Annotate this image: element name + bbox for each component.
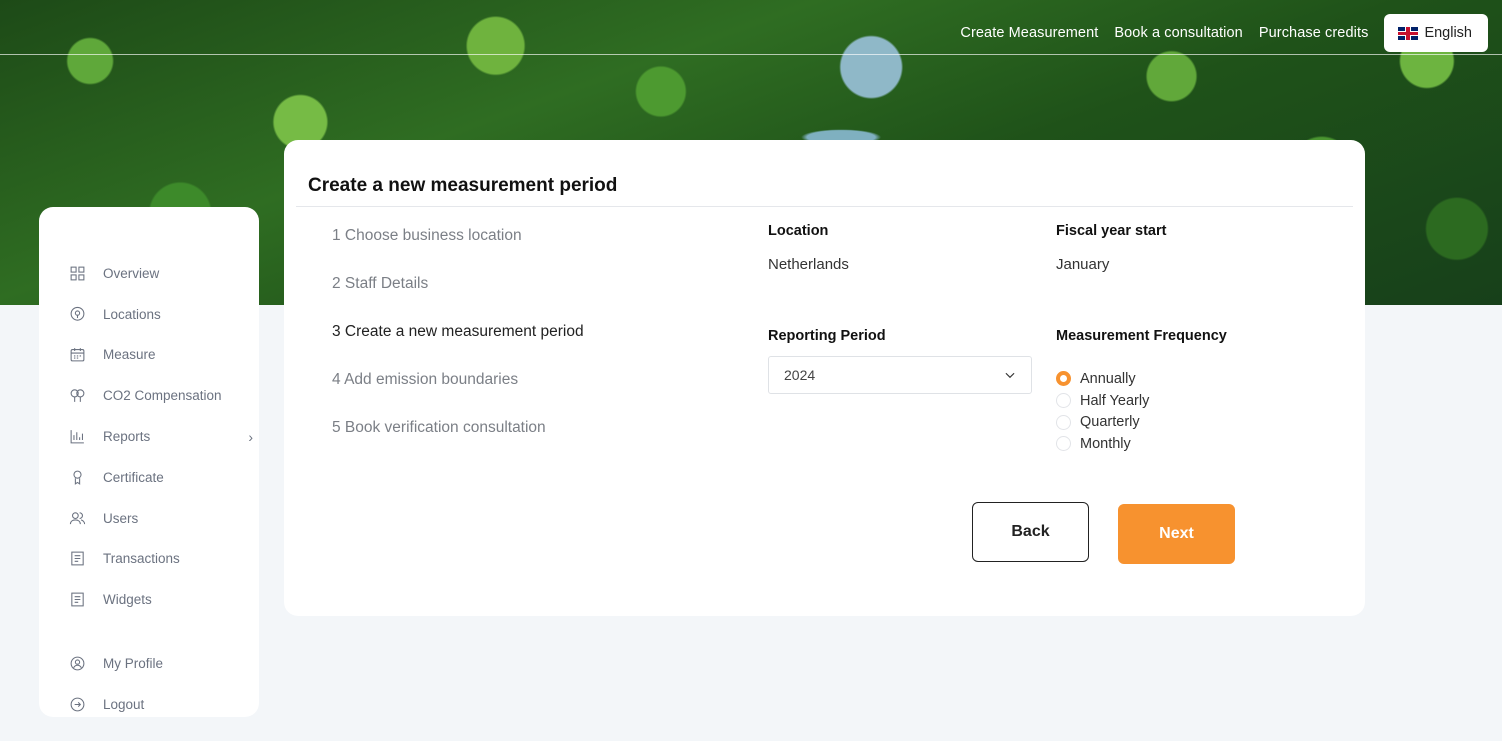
sidebar-item-label: Overview bbox=[103, 265, 160, 281]
reporting-period-label: Reporting Period bbox=[768, 328, 886, 344]
sidebar-item-overview[interactable]: Overview bbox=[39, 253, 259, 294]
sidebar: Overview Locations Measure CO2 Compensat… bbox=[39, 207, 259, 717]
users-icon bbox=[69, 510, 86, 527]
sidebar-item-label: Widgets bbox=[103, 592, 152, 608]
sidebar-item-users[interactable]: Users bbox=[39, 498, 259, 539]
logout-icon bbox=[69, 696, 86, 713]
page-title: Create a new measurement period bbox=[308, 175, 618, 196]
user-circle-icon bbox=[69, 655, 86, 672]
grid-icon bbox=[69, 265, 86, 282]
location-label: Location bbox=[768, 223, 829, 239]
radio-dot bbox=[1056, 436, 1071, 452]
language-label: English bbox=[1424, 25, 1472, 41]
frequency-radio-group: Annually Half Yearly Quarterly Monthly bbox=[1056, 368, 1149, 455]
radio-label: Quarterly bbox=[1080, 414, 1140, 431]
sidebar-item-label: Measure bbox=[103, 347, 156, 363]
reporting-period-value: 2024 bbox=[784, 367, 816, 383]
map-pin-icon bbox=[69, 306, 86, 323]
location-value: Netherlands bbox=[768, 256, 849, 273]
sidebar-item-label: Users bbox=[103, 510, 139, 526]
radio-half-yearly[interactable]: Half Yearly bbox=[1056, 390, 1149, 412]
fiscal-year-label: Fiscal year start bbox=[1056, 223, 1167, 239]
reporting-period-select[interactable]: 2024 bbox=[768, 356, 1032, 394]
uk-flag-icon bbox=[1398, 26, 1419, 40]
radio-dot bbox=[1056, 414, 1071, 430]
sidebar-item-measure[interactable]: Measure bbox=[39, 335, 259, 376]
step-create-measurement-period[interactable]: 3 Create a new measurement period bbox=[332, 322, 584, 370]
radio-monthly[interactable]: Monthly bbox=[1056, 433, 1149, 455]
radio-label: Monthly bbox=[1080, 435, 1131, 452]
sidebar-item-transactions[interactable]: Transactions bbox=[39, 539, 259, 580]
stepper: 1 Choose business location 2 Staff Detai… bbox=[332, 226, 584, 466]
nav-purchase-credits[interactable]: Purchase credits bbox=[1259, 25, 1369, 41]
step-book-verification[interactable]: 5 Book verification consultation bbox=[332, 418, 584, 466]
radio-dot bbox=[1056, 371, 1071, 387]
step-choose-location[interactable]: 1 Choose business location bbox=[332, 226, 584, 274]
measurement-frequency-label: Measurement Frequency bbox=[1056, 328, 1227, 344]
sidebar-item-widgets[interactable]: Widgets bbox=[39, 579, 259, 620]
sidebar-item-label: CO2 Compensation bbox=[103, 388, 222, 404]
radio-dot bbox=[1056, 393, 1071, 409]
fiscal-year-value: January bbox=[1056, 256, 1110, 273]
radio-label: Half Yearly bbox=[1080, 392, 1150, 409]
sidebar-item-logout[interactable]: Logout bbox=[39, 684, 259, 725]
sidebar-item-my-profile[interactable]: My Profile bbox=[39, 643, 259, 684]
divider bbox=[296, 206, 1353, 207]
sidebar-item-locations[interactable]: Locations bbox=[39, 294, 259, 335]
chevron-right-icon: › bbox=[248, 428, 253, 445]
sidebar-item-label: My Profile bbox=[103, 656, 164, 672]
language-selector[interactable]: English bbox=[1384, 14, 1488, 52]
sidebar-item-label: Reports bbox=[103, 429, 151, 445]
calendar-icon bbox=[69, 346, 86, 363]
sidebar-item-label: Certificate bbox=[103, 469, 164, 485]
step-staff-details[interactable]: 2 Staff Details bbox=[332, 274, 584, 322]
top-navigation: Create Measurement Book a consultation P… bbox=[960, 14, 1488, 52]
sidebar-item-label: Logout bbox=[103, 696, 145, 712]
sidebar-item-label: Locations bbox=[103, 306, 161, 322]
receipt-icon bbox=[69, 591, 86, 608]
receipt-icon bbox=[69, 550, 86, 567]
bar-chart-icon bbox=[69, 428, 86, 445]
sidebar-item-certificate[interactable]: Certificate bbox=[39, 457, 259, 498]
sidebar-item-co2-compensation[interactable]: CO2 Compensation bbox=[39, 375, 259, 416]
sidebar-item-reports[interactable]: Reports › bbox=[39, 416, 259, 457]
radio-label: Annually bbox=[1080, 370, 1136, 387]
measurement-period-card: Create a new measurement period 1 Choose… bbox=[284, 140, 1365, 616]
award-icon bbox=[69, 469, 86, 486]
radio-annually[interactable]: Annually bbox=[1056, 368, 1149, 390]
step-add-emission-boundaries[interactable]: 4 Add emission boundaries bbox=[332, 370, 584, 418]
back-button[interactable]: Back bbox=[972, 502, 1089, 562]
nav-book-consultation[interactable]: Book a consultation bbox=[1114, 25, 1242, 41]
sidebar-item-label: Transactions bbox=[103, 551, 180, 567]
trees-icon bbox=[69, 387, 86, 404]
chevron-down-icon bbox=[1005, 372, 1015, 379]
nav-create-measurement[interactable]: Create Measurement bbox=[960, 25, 1098, 41]
next-button[interactable]: Next bbox=[1118, 504, 1235, 564]
radio-quarterly[interactable]: Quarterly bbox=[1056, 411, 1149, 433]
